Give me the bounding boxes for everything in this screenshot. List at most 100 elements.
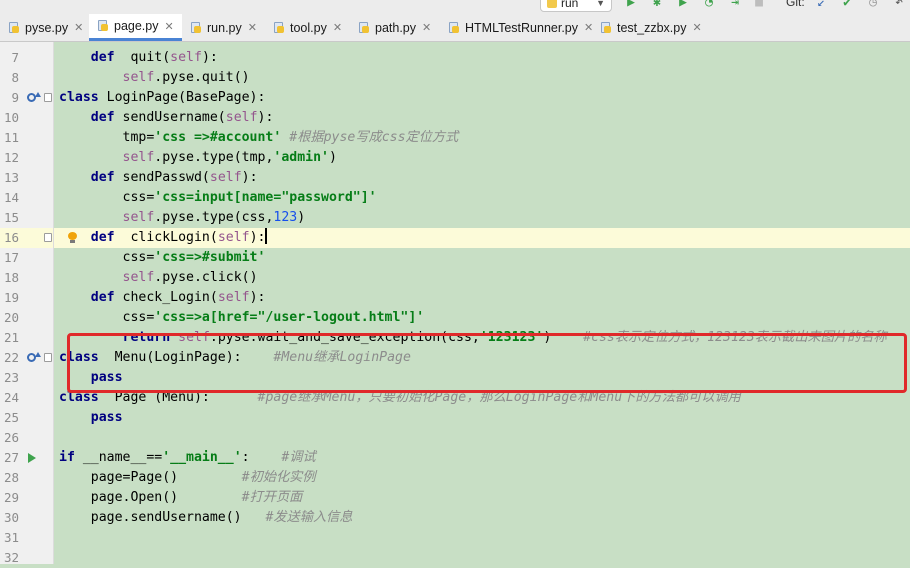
gutter-cell[interactable]: 14 xyxy=(0,188,53,208)
code-line[interactable]: 28 page=Page() #初始化实例 xyxy=(0,468,910,488)
tab-page-py[interactable]: page.py ✕ xyxy=(89,14,182,41)
code-line[interactable]: 24 class Page (Menu): #page继承Menu，只要初始化Pa… xyxy=(0,388,910,408)
code-row[interactable]: return self.pyse.wait_and_save_exception… xyxy=(54,328,910,348)
vcs-commit-icon[interactable]: ✔ xyxy=(840,0,854,10)
code-row[interactable]: pass xyxy=(54,408,910,428)
tab-pyse-py[interactable]: pyse.py ✕ xyxy=(8,14,83,41)
close-icon[interactable]: ✕ xyxy=(692,21,701,34)
code-line[interactable]: 32 xyxy=(0,548,910,568)
code-line[interactable]: 13 def sendPasswd(self): xyxy=(0,168,910,188)
close-icon[interactable]: ✕ xyxy=(584,21,593,34)
gutter-cell[interactable]: 19 xyxy=(0,288,53,308)
code-line[interactable]: 12 self.pyse.type(tmp,'admin') xyxy=(0,148,910,168)
code-line[interactable]: 14 css='css=input[name="password"]' xyxy=(0,188,910,208)
fold-icon[interactable] xyxy=(44,353,52,362)
stop-icon[interactable]: ■ xyxy=(752,0,766,10)
code-line[interactable]: 10 def sendUsername(self): xyxy=(0,108,910,128)
code-line[interactable]: 21 return self.pyse.wait_and_save_except… xyxy=(0,328,910,348)
code-row[interactable]: self.pyse.type(tmp,'admin') xyxy=(54,148,910,168)
gutter-cell[interactable]: 8 xyxy=(0,68,53,88)
code-row[interactable]: def check_Login(self): xyxy=(54,288,910,308)
run-gutter-icon[interactable] xyxy=(28,453,36,463)
code-line[interactable]: 18 self.pyse.click() xyxy=(0,268,910,288)
code-row[interactable]: page=Page() #初始化实例 xyxy=(54,468,910,488)
fold-icon[interactable] xyxy=(44,233,52,242)
gutter-cell[interactable]: 15 xyxy=(0,208,53,228)
code-line[interactable]: 25 pass xyxy=(0,408,910,428)
gutter-cell[interactable]: 31 xyxy=(0,528,53,548)
tab-test-zzbx-py[interactable]: test_zzbx.py ✕ xyxy=(600,14,702,41)
code-line[interactable]: 20 css='css=>a[href="/user-logout.html"]… xyxy=(0,308,910,328)
step-icon[interactable]: ⇥ xyxy=(728,0,742,10)
code-row[interactable]: tmp='css =>#account' #根据pyse写成css定位方式 xyxy=(54,128,910,148)
code-row[interactable]: class LoginPage(BasePage): xyxy=(54,88,910,108)
code-line[interactable]: 8 self.pyse.quit() xyxy=(0,68,910,88)
code-line[interactable]: 15 self.pyse.type(css,123) xyxy=(0,208,910,228)
code-editor[interactable]: 7 def quit(self): 8 self.pyse.quit() 9 clas… xyxy=(0,42,910,565)
fold-icon[interactable] xyxy=(44,93,52,102)
debug-icon[interactable]: ✱ xyxy=(650,0,664,10)
code-row[interactable]: css='css=input[name="password"]' xyxy=(54,188,910,208)
code-line[interactable]: 30 page.sendUsername() #发送输入信息 xyxy=(0,508,910,528)
gutter-cell[interactable]: 17 xyxy=(0,248,53,268)
code-line[interactable]: 29 page.Open() #打开页面 xyxy=(0,488,910,508)
code-row[interactable]: def clickLogin(self): xyxy=(54,228,910,248)
tab-tool-py[interactable]: tool.py ✕ xyxy=(273,14,342,41)
code-line[interactable]: 11 tmp='css =>#account' #根据pyse写成css定位方式 xyxy=(0,128,910,148)
code-row[interactable] xyxy=(54,528,910,548)
intention-bulb-icon[interactable] xyxy=(68,232,77,243)
profile-icon[interactable]: ◔ xyxy=(702,0,716,10)
gutter-cell[interactable]: 25 xyxy=(0,408,53,428)
gutter-cell[interactable]: 27 xyxy=(0,448,53,468)
gutter-cell[interactable]: 7 xyxy=(0,48,53,68)
code-row[interactable]: css='css=>#submit' xyxy=(54,248,910,268)
run-configuration-select[interactable]: run ▼ xyxy=(540,0,612,12)
run-icon[interactable]: ▶ xyxy=(624,0,638,10)
code-row[interactable]: page.Open() #打开页面 xyxy=(54,488,910,508)
close-icon[interactable]: ✕ xyxy=(74,21,83,34)
code-row[interactable]: def sendUsername(self): xyxy=(54,108,910,128)
history-icon[interactable]: ◷ xyxy=(866,0,880,10)
code-row[interactable]: css='css=>a[href="/user-logout.html"]' xyxy=(54,308,910,328)
gutter-cell[interactable]: 24 xyxy=(0,388,53,408)
revert-icon[interactable]: ↶ xyxy=(892,0,906,10)
code-row[interactable] xyxy=(54,548,910,568)
gutter-cell[interactable]: 32 xyxy=(0,548,53,568)
code-row[interactable]: self.pyse.type(css,123) xyxy=(54,208,910,228)
gutter-cell[interactable]: 16 xyxy=(0,228,53,248)
code-line[interactable]: 17 css='css=>#submit' xyxy=(0,248,910,268)
code-line[interactable]: 9 class LoginPage(BasePage): xyxy=(0,88,910,108)
coverage-icon[interactable]: ▶ xyxy=(676,0,690,10)
gutter-cell[interactable]: 22 xyxy=(0,348,53,368)
vcs-update-icon[interactable]: ↙ xyxy=(814,0,828,10)
overridden-method-icon[interactable] xyxy=(27,352,41,364)
tab-run-py[interactable]: run.py ✕ xyxy=(190,14,257,41)
code-row[interactable] xyxy=(54,428,910,448)
code-line[interactable]: 23 pass xyxy=(0,368,910,388)
gutter-cell[interactable]: 23 xyxy=(0,368,53,388)
code-row[interactable]: self.pyse.click() xyxy=(54,268,910,288)
gutter-cell[interactable]: 30 xyxy=(0,508,53,528)
code-row[interactable]: if __name__=='__main__': #调试 xyxy=(54,448,910,468)
code-line[interactable]: 19 def check_Login(self): xyxy=(0,288,910,308)
code-row[interactable]: class Page (Menu): #page继承Menu，只要初始化Page… xyxy=(54,388,910,408)
gutter-cell[interactable]: 26 xyxy=(0,428,53,448)
gutter-cell[interactable]: 9 xyxy=(0,88,53,108)
code-row[interactable]: page.sendUsername() #发送输入信息 xyxy=(54,508,910,528)
gutter-cell[interactable]: 20 xyxy=(0,308,53,328)
tab-htmltestrunner-py[interactable]: HTMLTestRunner.py ✕ xyxy=(448,14,593,41)
code-row[interactable]: def quit(self): xyxy=(54,48,910,68)
code-line[interactable]: 26 xyxy=(0,428,910,448)
tab-path-py[interactable]: path.py ✕ xyxy=(358,14,431,41)
close-icon[interactable]: ✕ xyxy=(422,21,431,34)
gutter-cell[interactable]: 13 xyxy=(0,168,53,188)
gutter-cell[interactable]: 28 xyxy=(0,468,53,488)
gutter-cell[interactable]: 11 xyxy=(0,128,53,148)
code-line[interactable]: 7 def quit(self): xyxy=(0,48,910,68)
gutter-cell[interactable]: 18 xyxy=(0,268,53,288)
code-row[interactable]: pass xyxy=(54,368,910,388)
code-line[interactable]: 31 xyxy=(0,528,910,548)
code-row[interactable]: self.pyse.quit() xyxy=(54,68,910,88)
code-line[interactable]: 22 class Menu(LoginPage): #Menu继承LoginPag… xyxy=(0,348,910,368)
code-row[interactable]: def sendPasswd(self): xyxy=(54,168,910,188)
